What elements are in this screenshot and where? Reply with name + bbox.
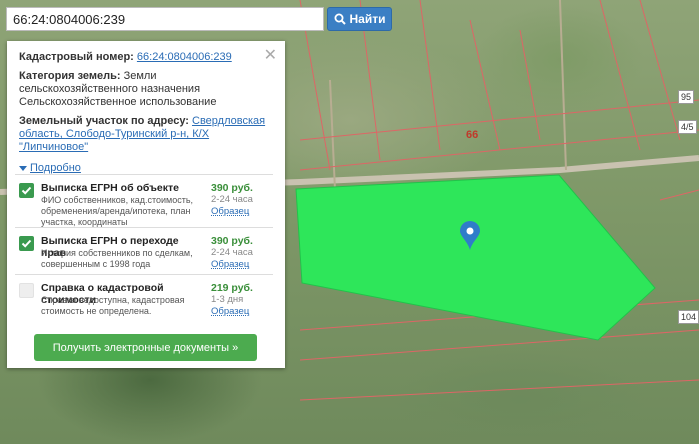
cadastral-link[interactable]: 66:24:0804006:239 xyxy=(137,51,232,63)
parcel-number-label: 66 xyxy=(466,129,479,141)
category-row: Категория земель: Земли сельскохозяйстве… xyxy=(19,70,273,109)
document-description: История собственников по сделкам, соверш… xyxy=(41,248,193,269)
check-icon xyxy=(21,186,32,195)
search-input[interactable] xyxy=(6,7,324,31)
close-icon[interactable]: ✕ xyxy=(264,45,277,65)
document-option[interactable]: Выписка ЕГРН о переходе прав История соб… xyxy=(15,227,273,277)
details-toggle-label: Подробно xyxy=(30,162,81,174)
dirt-track-2 xyxy=(559,0,567,171)
address-label: Земельный участок по адресу: xyxy=(19,115,189,127)
document-description: Справка недоступна, кадастровая стоимост… xyxy=(41,295,185,316)
side-number-label: 4/5 xyxy=(678,120,697,134)
search-button-label: Найти xyxy=(349,12,386,26)
search-button[interactable]: Найти xyxy=(327,7,392,31)
sample-link[interactable]: Образец xyxy=(211,306,249,317)
document-duration: 2-24 часа xyxy=(211,247,253,258)
document-option[interactable]: Выписка ЕГРН об объекте ФИО собственнико… xyxy=(15,174,273,229)
parcel-info-panel: ✕ Кадастровый номер: 66:24:0804006:239 К… xyxy=(7,41,285,368)
get-documents-button[interactable]: Получить электронные документы » xyxy=(34,334,257,361)
cadastral-row: Кадастровый номер: 66:24:0804006:239 xyxy=(19,51,273,64)
document-duration: 1-3 дня xyxy=(211,294,244,305)
address-row: Земельный участок по адресу: Свердловска… xyxy=(19,115,273,154)
document-price: 219 руб. xyxy=(211,282,253,294)
dirt-track xyxy=(329,79,336,191)
document-option[interactable]: Справка о кадастровой стоимости Справка … xyxy=(15,274,273,332)
checkbox[interactable] xyxy=(19,283,34,298)
document-title: Выписка ЕГРН об объекте xyxy=(41,182,179,194)
checkbox[interactable] xyxy=(19,236,34,251)
details-toggle[interactable]: Подробно xyxy=(19,162,273,174)
sample-link[interactable]: Образец xyxy=(211,259,249,270)
check-icon xyxy=(21,239,32,248)
usage-value: Сельскохозяйственное использование xyxy=(19,96,217,108)
search-icon xyxy=(334,13,346,25)
cadastral-label: Кадастровый номер: xyxy=(19,51,134,63)
document-duration: 2-24 часа xyxy=(211,194,253,205)
checkbox[interactable] xyxy=(19,183,34,198)
document-price: 390 руб. xyxy=(211,182,253,194)
sample-link[interactable]: Образец xyxy=(211,206,249,217)
caret-down-icon xyxy=(19,165,27,171)
document-description: ФИО собственников, кад.стоимость, обреме… xyxy=(41,195,194,227)
category-label: Категория земель: xyxy=(19,70,121,82)
side-number-label: 104 xyxy=(678,310,699,324)
side-number-label: 95 xyxy=(678,90,695,104)
document-price: 390 руб. xyxy=(211,235,253,247)
selected-parcel xyxy=(295,174,656,341)
